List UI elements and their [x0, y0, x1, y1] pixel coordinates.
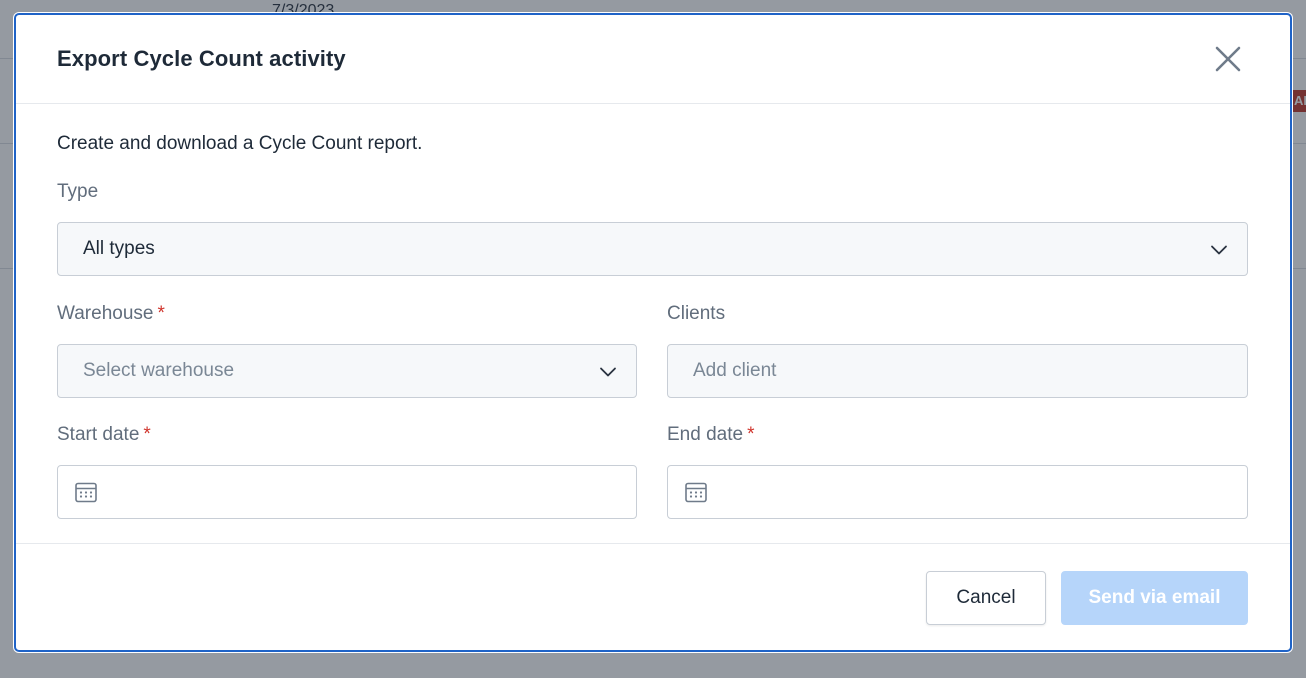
calendar-icon [75, 482, 97, 503]
warehouse-label-text: Warehouse [57, 303, 154, 324]
end-date-label: End date * [667, 424, 754, 446]
type-select-value: All types [83, 238, 155, 259]
chevron-down-icon [1211, 245, 1227, 255]
warehouse-label: Warehouse * [57, 303, 165, 325]
end-date-input[interactable] [667, 465, 1248, 519]
dialog-header: Export Cycle Count activity [16, 15, 1290, 104]
start-date-label: Start date * [57, 424, 151, 446]
end-date-label-text: End date [667, 424, 744, 445]
required-mark: * [157, 303, 165, 324]
chevron-down-icon [600, 367, 616, 377]
warehouse-select[interactable]: Select warehouse [57, 344, 637, 398]
clients-label: Clients [667, 303, 725, 325]
clients-label-text: Clients [667, 303, 726, 324]
type-select[interactable]: All types [57, 222, 1248, 276]
start-date-label-text: Start date [57, 424, 140, 445]
dialog-description: Create and download a Cycle Count report… [57, 133, 423, 154]
dialog-title: Export Cycle Count activity [57, 46, 346, 71]
send-via-email-button[interactable]: Send via email [1061, 571, 1248, 625]
start-date-input[interactable] [57, 465, 637, 519]
close-button[interactable] [1212, 43, 1244, 75]
dialog-footer: Cancel Send via email [16, 543, 1290, 650]
export-dialog: Export Cycle Count activity Create and d… [14, 13, 1292, 652]
calendar-icon [685, 482, 707, 503]
cancel-button[interactable]: Cancel [926, 571, 1046, 625]
required-mark: * [747, 424, 755, 445]
required-mark: * [143, 424, 151, 445]
close-icon [1215, 46, 1241, 72]
clients-input-placeholder: Add client [693, 360, 777, 381]
warehouse-select-placeholder: Select warehouse [83, 360, 235, 381]
clients-input[interactable]: Add client [667, 344, 1248, 398]
type-label: Type [57, 181, 98, 203]
type-label-text: Type [57, 181, 99, 202]
